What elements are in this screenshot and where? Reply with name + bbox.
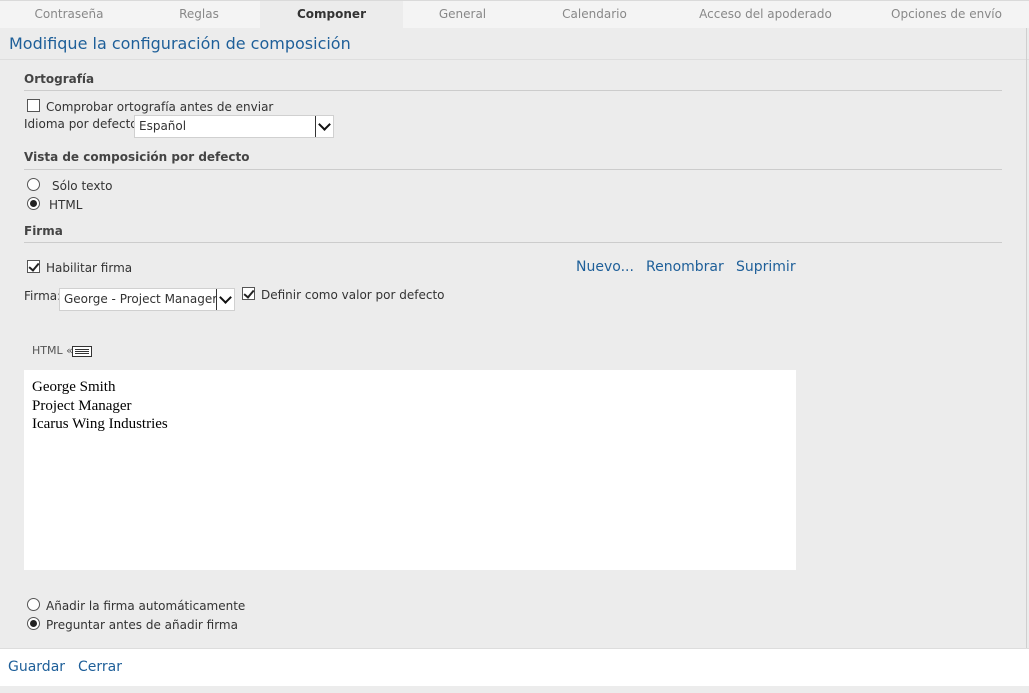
tab-contrasena[interactable]: Contraseña <box>0 1 138 28</box>
chevron-down-icon[interactable] <box>216 289 234 310</box>
signature-line: George Smith <box>32 379 116 395</box>
plain-text-label: Sólo texto <box>52 179 113 193</box>
editor-mode-toggle-icon[interactable] <box>72 346 92 357</box>
footer-strip <box>0 686 1029 693</box>
spell-check-checkbox[interactable] <box>27 99 40 112</box>
ask-before-signature-radio[interactable] <box>27 617 40 630</box>
plain-text-radio[interactable] <box>27 178 40 191</box>
page-title: Modifique la configuración de composició… <box>9 34 351 53</box>
enable-signature-label: Habilitar firma <box>46 261 133 275</box>
signature-heading: Firma <box>24 224 63 238</box>
rename-signature-link[interactable]: Renombrar <box>646 259 724 275</box>
set-default-label: Definir como valor por defecto <box>261 288 445 302</box>
tab-calendario[interactable]: Calendario <box>522 1 667 28</box>
close-button[interactable]: Cerrar <box>78 659 122 675</box>
signature-line: Icarus Wing Industries <box>32 416 168 432</box>
set-default-checkbox[interactable] <box>242 287 255 300</box>
compose-view-heading: Vista de composición por defecto <box>24 150 250 164</box>
spelling-heading: Ortografía <box>24 72 95 86</box>
spelling-divider <box>24 90 1002 91</box>
tab-reglas[interactable]: Reglas <box>138 1 260 28</box>
editor-mode-label: HTML « <box>32 344 73 357</box>
save-button[interactable]: Guardar <box>8 659 65 675</box>
default-language-value: Español <box>139 119 187 133</box>
new-signature-link[interactable]: Nuevo... <box>576 259 634 275</box>
tab-componer[interactable]: Componer <box>260 1 403 28</box>
panel-border <box>1026 28 1027 648</box>
signature-select-value: George - Project Manager <box>64 292 218 306</box>
compose-view-divider <box>24 169 1002 170</box>
enable-signature-checkbox[interactable] <box>27 260 40 273</box>
title-divider <box>0 59 1029 60</box>
spell-check-label: Comprobar ortografía antes de enviar <box>46 100 274 114</box>
tab-opciones-envio[interactable]: Opciones de envío <box>864 1 1029 28</box>
signature-line: Project Manager <box>32 397 132 414</box>
delete-signature-link[interactable]: Suprimir <box>736 259 796 275</box>
chevron-down-icon[interactable] <box>315 116 333 137</box>
tab-general[interactable]: General <box>403 1 522 28</box>
default-language-select[interactable]: Español <box>134 115 334 138</box>
signature-editor[interactable]: George Smith Project Manager Icarus Wing… <box>24 370 796 570</box>
tab-acceso-apoderado[interactable]: Acceso del apoderado <box>667 1 864 28</box>
signature-select-label: Firma: <box>24 289 62 303</box>
auto-add-signature-label: Añadir la firma automáticamente <box>46 599 246 613</box>
ask-before-signature-label: Preguntar antes de añadir firma <box>46 618 238 632</box>
footer-bar: Guardar Cerrar <box>0 648 1029 686</box>
signature-divider <box>24 242 1002 243</box>
default-language-label: Idioma por defecto: <box>24 117 142 131</box>
html-radio[interactable] <box>27 197 40 210</box>
html-label: HTML <box>49 198 83 212</box>
settings-tab-bar: Contraseña Reglas Componer General Calen… <box>0 0 1029 28</box>
signature-select[interactable]: George - Project Manager <box>59 288 235 311</box>
auto-add-signature-radio[interactable] <box>27 598 40 611</box>
